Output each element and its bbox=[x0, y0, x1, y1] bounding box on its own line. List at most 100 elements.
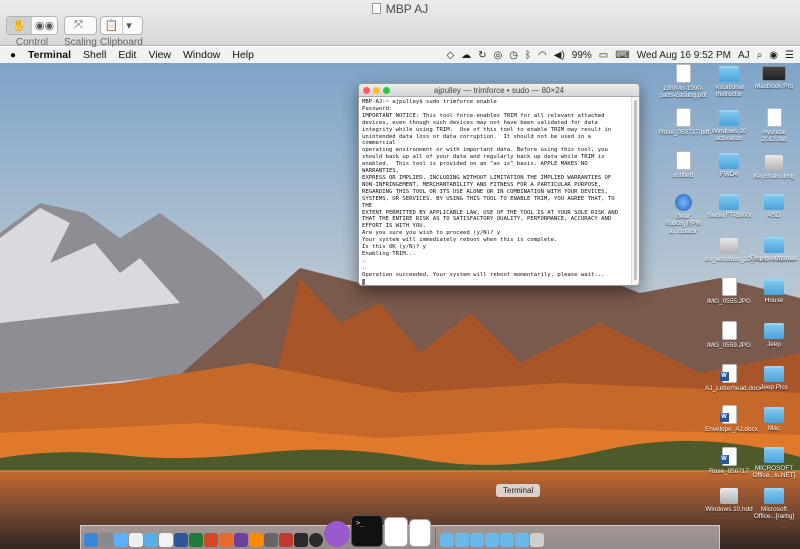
desktop-icon-gear-ratios[interactable]: Gear Ratios_RPM a...culator bbox=[659, 194, 707, 235]
desktop-icon-rose-docx[interactable]: Rose_050717 bbox=[705, 447, 753, 475]
desktop-icon-aj-letterhead[interactable]: AJ_Letterhead.docx bbox=[705, 364, 762, 392]
excel-icon[interactable] bbox=[189, 533, 203, 547]
desktop-icon-windows-hdd[interactable]: Windows 10.hdd bbox=[705, 488, 753, 513]
calendar-icon[interactable] bbox=[129, 533, 143, 547]
terminal-window[interactable]: ajpulley — trimforce • sudo — 80×24 MBP-… bbox=[358, 83, 640, 286]
spotlight-icon[interactable]: ⌕ bbox=[757, 50, 763, 61]
dock-folder-icon-2[interactable] bbox=[455, 533, 469, 547]
system-preferences-icon[interactable] bbox=[264, 533, 278, 547]
acrobat-icon[interactable] bbox=[279, 533, 293, 547]
launchpad-icon[interactable] bbox=[99, 533, 113, 547]
terminal-titlebar[interactable]: ajpulley — trimforce • sudo — 80×24 bbox=[359, 84, 639, 97]
desktop-icon-win10-activation[interactable]: Windows 10 activation bbox=[705, 110, 753, 143]
disk-utility-icon[interactable] bbox=[309, 533, 323, 547]
textedit-icon[interactable] bbox=[159, 533, 173, 547]
app-icon bbox=[674, 194, 692, 211]
terminal-line: Operation succeeded. Your system will re… bbox=[362, 271, 605, 278]
time-machine-icon[interactable]: ◷ bbox=[509, 50, 518, 61]
desktop-icon-fwd4[interactable]: FWD4 bbox=[705, 153, 753, 178]
terminal-output[interactable]: MBP-AJ:~ ajpulley$ sudo trimforce enable… bbox=[359, 97, 631, 285]
clock[interactable]: Wed Aug 16 9:52 PM bbox=[637, 50, 731, 61]
bluetooth-icon[interactable]: ᛒ bbox=[525, 50, 531, 61]
activity-monitor-icon[interactable] bbox=[294, 533, 308, 547]
dock-folder-icon-4[interactable] bbox=[485, 533, 499, 547]
desktop-icon-vocational[interactable]: Vocational Instructor bbox=[705, 66, 753, 99]
terminal-line: Password: bbox=[362, 105, 393, 112]
desktop-icon-keychain[interactable]: Keychain.dmg bbox=[750, 155, 798, 180]
desktop-icon-mac[interactable]: Mac bbox=[750, 407, 798, 432]
desktop-icon-envelope[interactable]: Envelope_AJ.docx bbox=[705, 405, 758, 433]
trash-icon[interactable] bbox=[530, 533, 544, 547]
photos-icon[interactable] bbox=[234, 533, 248, 547]
word-icon[interactable] bbox=[174, 533, 188, 547]
close-button[interactable] bbox=[363, 87, 370, 94]
menu-shell[interactable]: Shell bbox=[77, 49, 112, 61]
control-mode-icon[interactable]: ✋ bbox=[7, 17, 32, 34]
terminal-line: devices, even though such devices may no… bbox=[362, 119, 598, 126]
menu-terminal[interactable]: Terminal bbox=[22, 49, 77, 61]
user-account[interactable]: AJ bbox=[738, 50, 750, 61]
dock-folder-icon-3[interactable] bbox=[470, 533, 484, 547]
terminal-scrollbar[interactable] bbox=[631, 97, 639, 285]
firefox-icon[interactable] bbox=[219, 533, 233, 547]
dock-folder-icon-5[interactable] bbox=[500, 533, 514, 547]
battery-percent[interactable]: 99% bbox=[572, 50, 592, 61]
desktop-icon-ms-office-rarbg[interactable]: Microsoft Office...[rarbg] bbox=[750, 488, 798, 521]
safari-icon[interactable] bbox=[144, 533, 158, 547]
cloud-icon[interactable]: ☁ bbox=[461, 50, 471, 61]
menu-help[interactable]: Help bbox=[226, 49, 260, 61]
siri-icon[interactable]: ◉ bbox=[769, 50, 778, 61]
menu-view[interactable]: View bbox=[142, 49, 177, 61]
terminal-dock-icon[interactable] bbox=[351, 515, 383, 547]
scrollbar-thumb[interactable] bbox=[634, 100, 637, 280]
desktop-icon-img-0559[interactable]: IMG_0559.JPG bbox=[705, 321, 753, 349]
downloads-icon[interactable] bbox=[515, 533, 529, 547]
terminal-line: MBP-AJ:~ ajpulley$ sudo trimforce enable bbox=[362, 99, 497, 105]
desktop-icon-parts-catalog[interactable]: 1988-to-1990-parts-catalog.pdf bbox=[659, 64, 707, 100]
desktop-icon-hyundai[interactable]: Hyundai 2013.dat bbox=[750, 108, 798, 144]
desktop-icon-win10-iso[interactable]: en_windows_10_multi...432.iso bbox=[705, 238, 794, 263]
clipboard-button[interactable]: 📋 ▾ bbox=[100, 16, 143, 35]
notification-center-icon[interactable]: ☰ bbox=[785, 50, 794, 61]
alert-app-icon[interactable] bbox=[324, 521, 350, 547]
input-source-icon[interactable]: ⌨ bbox=[615, 50, 629, 61]
terminal-line: SYSTEMS, OR SERVICES. BY USING THIS TOOL… bbox=[362, 195, 618, 209]
wifi-icon[interactable]: ◠ bbox=[538, 50, 547, 61]
dock-folder-icon[interactable] bbox=[440, 533, 454, 547]
terminal-line: should back up all of your data and regu… bbox=[362, 154, 605, 161]
scaling-button[interactable]: ⤧ bbox=[64, 16, 97, 35]
desktop-icon-macbook-pro[interactable]: MacBook Pro bbox=[750, 66, 798, 90]
terminal-line: enabled. This tool is provided on an "as… bbox=[362, 161, 592, 175]
finder-icon[interactable] bbox=[84, 533, 98, 547]
folder-icon bbox=[764, 194, 784, 210]
word-document-dock-icon-2[interactable] bbox=[409, 519, 431, 547]
sync-icon[interactable]: ↻ bbox=[478, 50, 486, 61]
desktop-icon-jeep[interactable]: Jeep bbox=[750, 323, 798, 348]
desktop-icon-jeep-pics[interactable]: Jeep Pics bbox=[750, 366, 798, 391]
desktop-icon-img-0555[interactable]: IMG_0555.JPG bbox=[705, 277, 753, 305]
desktop-icon-untitled[interactable]: untitled bbox=[659, 151, 707, 179]
menu-edit[interactable]: Edit bbox=[112, 49, 142, 61]
observe-binoculars-icon[interactable]: ◉◉ bbox=[32, 17, 57, 34]
apple-icon[interactable]: ● bbox=[4, 50, 22, 61]
zoom-button[interactable] bbox=[383, 87, 390, 94]
battery-icon[interactable]: ▭ bbox=[599, 50, 608, 61]
desktop-icon-rose-pdf[interactable]: Rose_050717.pdf bbox=[659, 108, 709, 136]
word-document-dock-icon[interactable] bbox=[384, 517, 408, 547]
dropbox-icon[interactable]: ◇ bbox=[446, 50, 454, 61]
app-store-icon[interactable] bbox=[114, 533, 128, 547]
clipboard-group: 📋 ▾ Clipboard bbox=[100, 16, 143, 48]
eye-icon[interactable]: ◎ bbox=[494, 50, 503, 61]
folder-icon bbox=[764, 366, 784, 382]
desktop-icon-employee-manual[interactable]: Emplyee Manual bbox=[750, 237, 798, 262]
desktop-icon-yaesu[interactable]: Yaesu FT-8900r bbox=[705, 194, 753, 219]
chevron-down-icon: ▾ bbox=[126, 20, 132, 32]
illustrator-icon[interactable] bbox=[249, 533, 263, 547]
minimize-button[interactable] bbox=[373, 87, 380, 94]
desktop-icon-house[interactable]: House bbox=[750, 279, 798, 304]
desktop-icon-ms-office-net[interactable]: MICROSOFT Office...ls.NET] bbox=[750, 447, 798, 480]
powerpoint-icon[interactable] bbox=[204, 533, 218, 547]
volume-icon[interactable]: ◀) bbox=[554, 50, 565, 61]
desktop-icon-asd[interactable]: ASD bbox=[750, 194, 798, 219]
menu-window[interactable]: Window bbox=[177, 49, 226, 61]
